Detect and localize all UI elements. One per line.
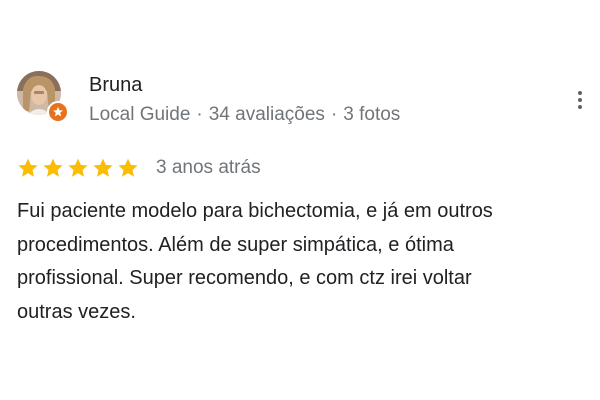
star-rating	[17, 157, 139, 179]
meta-separator: ·	[196, 104, 203, 125]
author-level: Local Guide	[89, 104, 191, 125]
rating-row: 3 anos atrás	[17, 155, 261, 181]
star-icon	[43, 158, 63, 177]
review-text-line: Fui paciente modelo para bichectomia, e …	[17, 200, 493, 222]
meta-separator: ·	[330, 104, 338, 125]
more-vert-icon[interactable]	[568, 86, 592, 114]
star-icon	[68, 158, 88, 177]
author-photos-count: 3 fotos	[343, 104, 401, 125]
star-icon	[118, 158, 138, 177]
author-reviews-count: 34 avaliações	[208, 104, 325, 125]
star-icon	[93, 158, 113, 177]
author-name[interactable]: Bruna	[89, 73, 142, 97]
menu-dot	[578, 98, 582, 102]
review-time: 3 anos atrás	[156, 157, 261, 178]
star-icon	[18, 158, 38, 177]
author-avatar[interactable]	[17, 71, 69, 123]
review-card: Bruna Local Guide · 34 avaliações · 3 fotos …	[0, 0, 600, 400]
review-text: Fui paciente modelo para bichectomia, e …	[17, 195, 577, 329]
review-text-line: procedimentos. Além de super simpática, …	[17, 233, 454, 256]
review-text-line: profissional. Super recomendo, e com ctz…	[17, 267, 472, 289]
review-text-line: outras vezes.	[17, 300, 136, 323]
local-guide-badge-icon	[47, 101, 69, 123]
menu-dot	[578, 105, 582, 109]
author-meta[interactable]: Local Guide · 34 avaliações · 3 fotos	[89, 103, 400, 127]
menu-dot	[578, 91, 582, 95]
